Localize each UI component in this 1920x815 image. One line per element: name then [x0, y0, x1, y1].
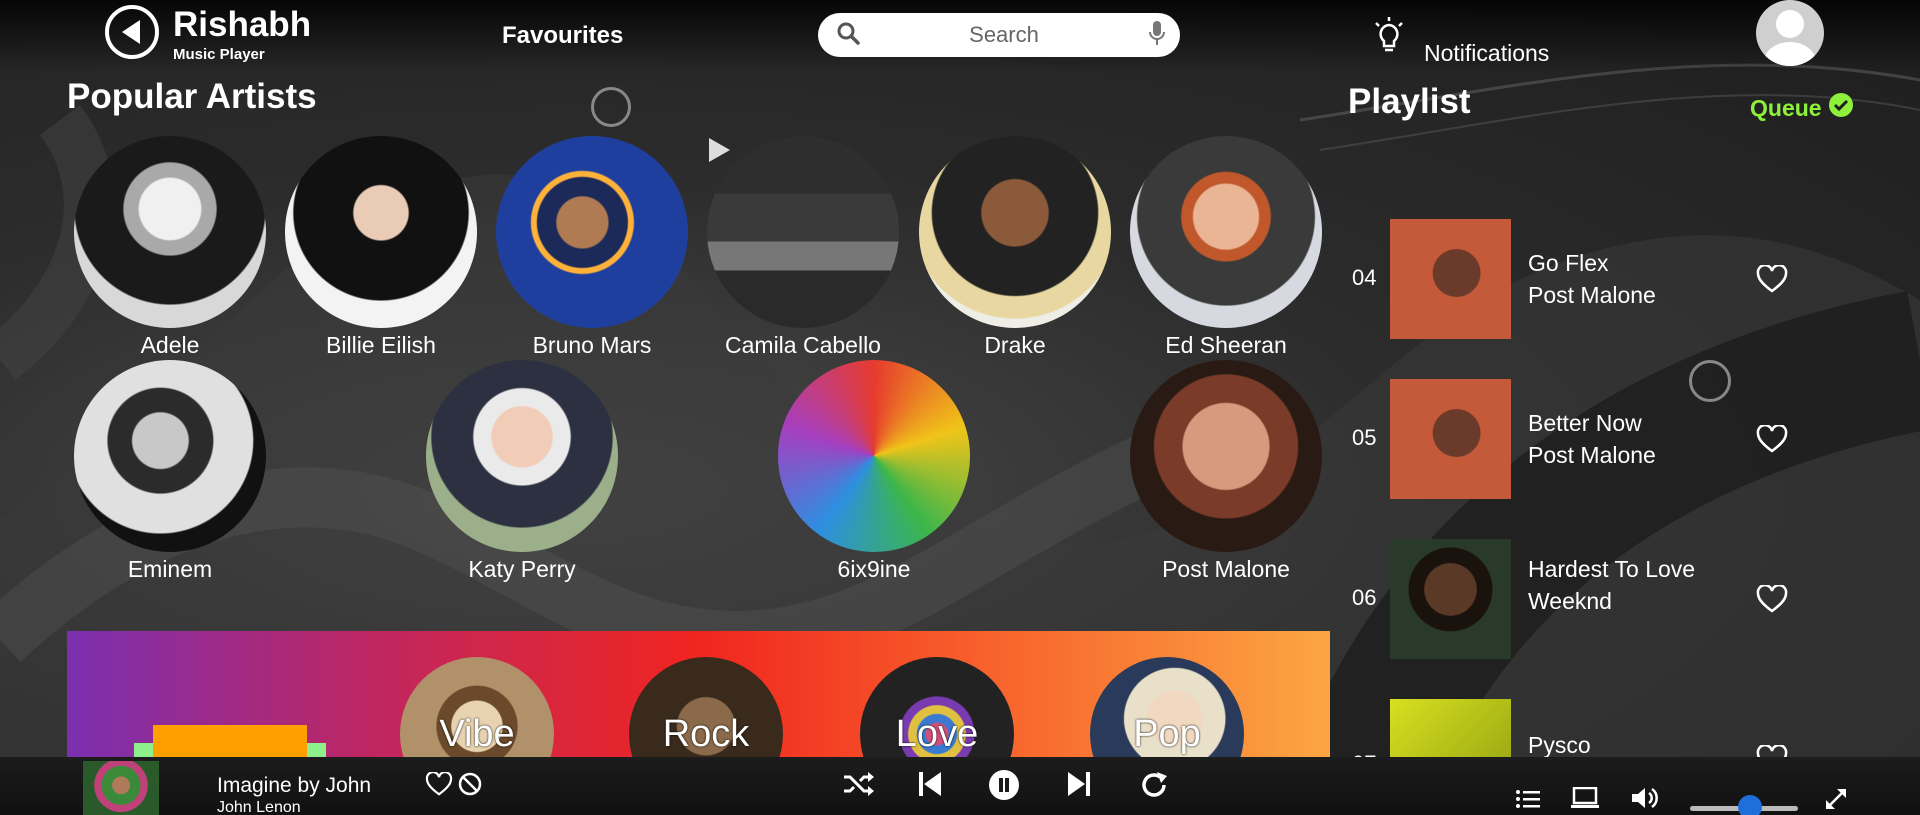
artist-name: Ed Sheeran: [1165, 332, 1287, 358]
artist-photo[interactable]: [285, 136, 477, 328]
heart-icon[interactable]: [1756, 423, 1788, 458]
list-icon[interactable]: [1516, 789, 1540, 814]
artist-card[interactable]: Bruno Mars: [494, 136, 690, 359]
next-icon[interactable]: [1067, 770, 1091, 803]
pause-icon[interactable]: [988, 769, 1020, 806]
artist-card[interactable]: Post Malone: [1128, 360, 1324, 583]
artist-name: Bruno Mars: [532, 332, 652, 358]
heart-icon[interactable]: [1756, 743, 1788, 757]
track-title: Hardest To Love: [1528, 556, 1696, 582]
now-playing-artist: John Lenon: [217, 799, 301, 815]
check-circle-icon: [1828, 92, 1854, 124]
playlist-row[interactable]: 06 Hardest To Love Weeknd: [1352, 539, 1822, 659]
artist-photo[interactable]: [426, 360, 618, 552]
search-input[interactable]: [860, 22, 1148, 48]
artist-name: Eminem: [127, 556, 213, 582]
nav-favourites[interactable]: Favourites: [502, 22, 623, 50]
search-icon[interactable]: [836, 21, 860, 50]
artist-photo[interactable]: [496, 136, 688, 328]
playlist-row[interactable]: 07 Pysco: [1352, 699, 1822, 757]
track-number: 04: [1352, 265, 1377, 290]
volume-icon[interactable]: [1631, 787, 1661, 814]
artist-name: Adele: [140, 332, 200, 358]
playlist-row[interactable]: 04 Go Flex Post Malone: [1352, 219, 1822, 339]
artist-photo[interactable]: [707, 136, 899, 328]
artist-photo[interactable]: [919, 136, 1111, 328]
now-playing-cover[interactable]: [83, 761, 159, 815]
track-artist: Post Malone: [1528, 442, 1656, 468]
genre-vibe[interactable]: Vibe: [400, 657, 554, 757]
artist-photo[interactable]: [1130, 136, 1322, 328]
brand-title: Rishabh: [173, 5, 312, 44]
album-cover: [1390, 699, 1511, 757]
brand[interactable]: Rishabh Music Player: [105, 5, 311, 63]
track-title: Better Now: [1528, 410, 1642, 436]
artist-card[interactable]: Camila Cabello: [705, 136, 901, 359]
artist-name: Katy Perry: [468, 556, 576, 582]
previous-icon[interactable]: [918, 770, 942, 803]
heart-icon[interactable]: [1756, 583, 1788, 618]
genre-love[interactable]: Love: [860, 657, 1014, 757]
artist-name: Post Malone: [1162, 556, 1290, 582]
shuffle-icon[interactable]: [842, 770, 874, 803]
track-title: Pysco: [1528, 732, 1591, 757]
artist-card[interactable]: Billie Eilish: [283, 136, 479, 359]
artist-name: Drake: [984, 332, 1046, 358]
queue-button[interactable]: Queue: [1750, 92, 1854, 124]
artist-card[interactable]: Eminem: [72, 360, 268, 583]
artist-card[interactable]: Adele: [72, 136, 268, 359]
artist-card[interactable]: Ed Sheeran: [1128, 136, 1324, 359]
artist-photo[interactable]: [74, 360, 266, 552]
genre-banner: Vibe Rock Love Pop: [67, 631, 1330, 757]
lightbulb-icon[interactable]: [1372, 16, 1406, 59]
genre-rock[interactable]: Rock: [629, 657, 783, 757]
microphone-icon[interactable]: [1148, 20, 1166, 51]
banner-graphic: [153, 725, 307, 757]
avatar[interactable]: [1756, 0, 1824, 66]
album-cover: [1390, 219, 1511, 339]
notifications[interactable]: Notifications: [1372, 16, 1549, 66]
album-cover: [1390, 539, 1511, 659]
artist-name: Billie Eilish: [326, 332, 436, 358]
artist-name: Camila Cabello: [725, 332, 881, 358]
track-artist: Post Malone: [1528, 282, 1656, 308]
artist-photo[interactable]: [1130, 360, 1322, 552]
loading-ring: [591, 87, 631, 127]
player-bar: Imagine by John John Lenon: [0, 757, 1920, 815]
popular-artists-title: Popular Artists: [67, 77, 317, 116]
device-icon[interactable]: [1571, 786, 1599, 814]
brand-subtitle: Music Player: [173, 46, 265, 63]
playlist-row[interactable]: 05 Better Now Post Malone: [1352, 379, 1822, 499]
track-artist: Weeknd: [1528, 588, 1612, 614]
artist-photo[interactable]: [74, 136, 266, 328]
top-bar: Rishabh Music Player Favourites Notifica…: [0, 0, 1920, 72]
album-cover: [1390, 379, 1511, 499]
track-number: 06: [1352, 585, 1377, 610]
track-number: 05: [1352, 425, 1377, 450]
artist-card[interactable]: 6ix9ine: [776, 360, 972, 583]
heart-icon[interactable]: [425, 771, 453, 801]
expand-icon[interactable]: [1824, 787, 1848, 815]
artist-name: 6ix9ine: [837, 556, 911, 582]
queue-label: Queue: [1750, 94, 1822, 121]
heart-icon[interactable]: [1756, 263, 1788, 298]
artist-card[interactable]: Katy Perry: [424, 360, 620, 583]
repeat-icon[interactable]: [1139, 770, 1169, 805]
notifications-label: Notifications: [1424, 40, 1550, 66]
volume-slider-thumb[interactable]: [1738, 795, 1762, 815]
playlist-title: Playlist: [1348, 82, 1471, 121]
block-icon[interactable]: [457, 771, 483, 802]
genre-pop[interactable]: Pop: [1090, 657, 1244, 757]
now-playing-title: Imagine by John: [217, 774, 372, 797]
search-bar: [818, 13, 1180, 57]
back-play-icon[interactable]: [105, 5, 159, 59]
artist-photo[interactable]: [778, 360, 970, 552]
track-title: Go Flex: [1528, 250, 1609, 276]
artist-card[interactable]: Drake: [917, 136, 1113, 359]
